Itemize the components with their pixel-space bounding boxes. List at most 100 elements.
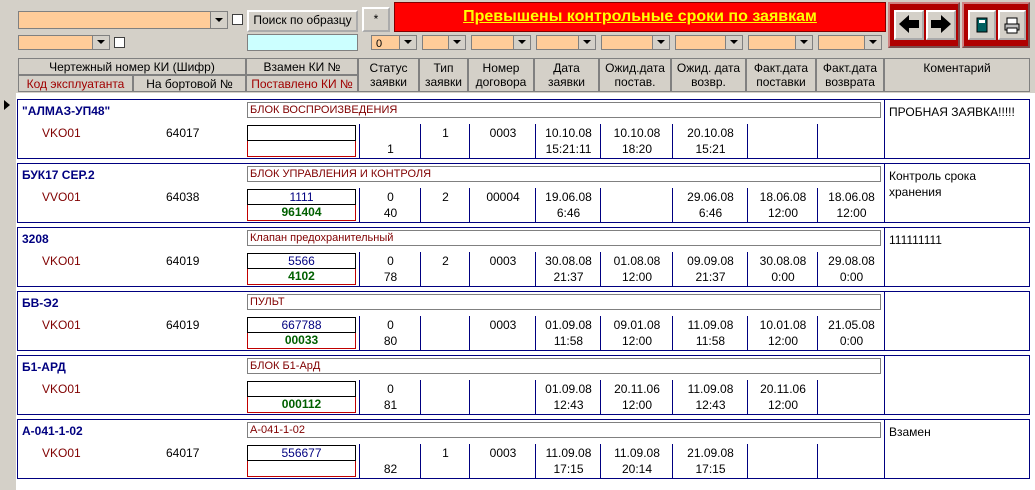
replacement-ki-filter[interactable] <box>247 34 358 51</box>
expected-delivery-cell[interactable]: 11.09.08 20:14 <box>600 444 673 479</box>
board-number[interactable]: 64019 <box>166 254 199 268</box>
board-number[interactable]: 64017 <box>166 126 199 140</box>
operator-code-combo[interactable] <box>18 35 110 50</box>
expected-delivery-cell[interactable]: 20.11.06 12:00 <box>600 380 673 415</box>
status-filter-combo[interactable]: 0 <box>371 35 417 50</box>
contract-cell[interactable]: 00004 <box>469 188 536 223</box>
status-cell[interactable]: 0 81 <box>359 380 421 415</box>
record-description[interactable]: Клапан предохранительный <box>247 230 881 246</box>
actual-return-filter-combo[interactable] <box>818 35 882 50</box>
comment-field[interactable]: Взамен <box>884 420 1030 478</box>
actual-delivery-cell[interactable]: 10.01.08 12:00 <box>747 316 818 351</box>
board-number[interactable]: 64038 <box>166 190 199 204</box>
record-row[interactable]: "АЛМАЗ-УП48" БЛОК ВОСПРОИЗВЕДЕНИЯ VKO01 640… <box>17 99 1030 159</box>
overdue-alert-text[interactable]: Превышены контрольные сроки по заявкам <box>463 8 817 25</box>
expected-return-cell[interactable]: 11.09.08 12:43 <box>672 380 748 415</box>
replacement-ki-field[interactable]: 667788 <box>247 317 356 333</box>
comment-field[interactable]: 111111111 <box>884 228 1030 286</box>
next-record-button[interactable] <box>926 10 956 40</box>
replacement-ki-field[interactable]: 1111 <box>247 189 356 205</box>
status-cell[interactable]: 1 <box>359 124 421 159</box>
record-description[interactable]: БЛОК УПРАВЛЕНИЯ И КОНТРОЛЯ <box>247 166 881 182</box>
replacement-ki-field[interactable] <box>247 381 356 397</box>
replacement-ki-field[interactable]: 556677 <box>247 445 356 461</box>
type-cell[interactable]: 2 <box>420 188 470 223</box>
operator-code[interactable]: VKO01 <box>42 382 81 396</box>
type-cell[interactable] <box>420 316 470 351</box>
expected-return-cell[interactable]: 21.09.08 17:15 <box>672 444 748 479</box>
actual-return-cell[interactable]: 18.06.08 12:00 <box>817 188 885 223</box>
contract-filter-combo[interactable] <box>471 35 531 50</box>
status-cell[interactable]: 0 78 <box>359 252 421 287</box>
board-number[interactable]: 64017 <box>166 446 199 460</box>
record-row[interactable]: 3208 Клапан предохранительный VKO01 64019 55… <box>17 227 1030 287</box>
delivered-ki-field[interactable]: 4102 <box>247 269 356 285</box>
record-description[interactable]: БЛОК Б1-АрД <box>247 358 881 374</box>
contract-cell[interactable]: 0003 <box>469 316 536 351</box>
actual-delivery-cell[interactable]: 30.08.08 0:00 <box>747 252 818 287</box>
expected-return-filter-combo[interactable] <box>675 35 743 50</box>
status-cell[interactable]: 0 80 <box>359 316 421 351</box>
request-date-cell[interactable]: 30.08.08 21:37 <box>535 252 601 287</box>
request-date-cell[interactable]: 10.10.08 15:21:11 <box>535 124 601 159</box>
actual-return-cell[interactable] <box>817 380 885 415</box>
actual-delivery-cell[interactable] <box>747 444 818 479</box>
comment-field[interactable]: Контроль срока хранения <box>884 164 1030 222</box>
request-date-filter-combo[interactable] <box>536 35 596 50</box>
expected-return-cell[interactable]: 09.09.08 21:37 <box>672 252 748 287</box>
contract-cell[interactable] <box>469 380 536 415</box>
search-by-sample-button[interactable]: Поиск по образцу <box>247 10 358 32</box>
expected-return-cell[interactable]: 29.06.08 6:46 <box>672 188 748 223</box>
operator-code[interactable]: VKO01 <box>42 126 81 140</box>
record-name[interactable]: А-041-1-02 <box>22 424 83 438</box>
record-name[interactable]: БВ-Э2 <box>22 296 59 310</box>
replacement-ki-field[interactable] <box>247 125 356 141</box>
type-cell[interactable] <box>420 380 470 415</box>
expected-delivery-filter-combo[interactable] <box>601 35 670 50</box>
contract-cell[interactable]: 0003 <box>469 252 536 287</box>
comment-field[interactable] <box>884 356 1030 414</box>
expected-delivery-cell[interactable]: 01.08.08 12:00 <box>600 252 673 287</box>
comment-field[interactable] <box>884 292 1030 350</box>
delivered-ki-field[interactable] <box>247 461 356 477</box>
actual-delivery-filter-combo[interactable] <box>748 35 813 50</box>
operator-code-checkbox[interactable] <box>114 37 125 48</box>
operator-code[interactable]: VKO01 <box>42 254 81 268</box>
actual-return-cell[interactable]: 21.05.08 0:00 <box>817 316 885 351</box>
ki-number-combo[interactable] <box>18 11 228 29</box>
board-number[interactable]: 64019 <box>166 318 199 332</box>
request-date-cell[interactable]: 01.09.08 11:58 <box>535 316 601 351</box>
star-button[interactable]: * <box>362 7 390 32</box>
type-cell[interactable]: 2 <box>420 252 470 287</box>
record-name[interactable]: "АЛМАЗ-УП48" <box>22 104 110 118</box>
type-cell[interactable]: 1 <box>420 444 470 479</box>
type-cell[interactable]: 1 <box>420 124 470 159</box>
record-name[interactable]: Б1-АРД <box>22 360 66 374</box>
record-row[interactable]: БВ-Э2 ПУЛЬТ VKO01 64019 667788 00033 0 80 0003 01… <box>17 291 1030 351</box>
record-description[interactable]: ПУЛЬТ <box>247 294 881 310</box>
operator-code[interactable]: VKO01 <box>42 318 81 332</box>
actual-delivery-cell[interactable] <box>747 124 818 159</box>
record-name[interactable]: 3208 <box>22 232 49 246</box>
overdue-alert-banner[interactable]: Превышены контрольные сроки по заявкам <box>394 2 886 32</box>
delivered-ki-field[interactable] <box>247 141 356 157</box>
expected-return-cell[interactable]: 11.09.08 11:58 <box>672 316 748 351</box>
actual-return-cell[interactable] <box>817 124 885 159</box>
request-date-cell[interactable]: 19.06.08 6:46 <box>535 188 601 223</box>
actual-return-cell[interactable] <box>817 444 885 479</box>
record-description[interactable]: А-041-1-02 <box>247 422 881 438</box>
request-date-cell[interactable]: 11.09.08 17:15 <box>535 444 601 479</box>
type-filter-combo[interactable] <box>422 35 466 50</box>
operator-code[interactable]: VVO01 <box>42 190 81 204</box>
record-description[interactable]: БЛОК ВОСПРОИЗВЕДЕНИЯ <box>247 102 881 118</box>
prev-record-button[interactable] <box>894 10 924 40</box>
delivered-ki-field[interactable]: 961404 <box>247 205 356 221</box>
expected-delivery-cell[interactable]: 10.10.08 18:20 <box>600 124 673 159</box>
status-cell[interactable]: 0 40 <box>359 188 421 223</box>
expected-delivery-cell[interactable]: 09.01.08 12:00 <box>600 316 673 351</box>
record-name[interactable]: БУК17 СЕР.2 <box>22 168 95 182</box>
contract-cell[interactable]: 0003 <box>469 444 536 479</box>
expected-delivery-cell[interactable] <box>600 188 673 223</box>
request-date-cell[interactable]: 01.09.08 12:43 <box>535 380 601 415</box>
ki-number-checkbox[interactable] <box>232 14 243 25</box>
